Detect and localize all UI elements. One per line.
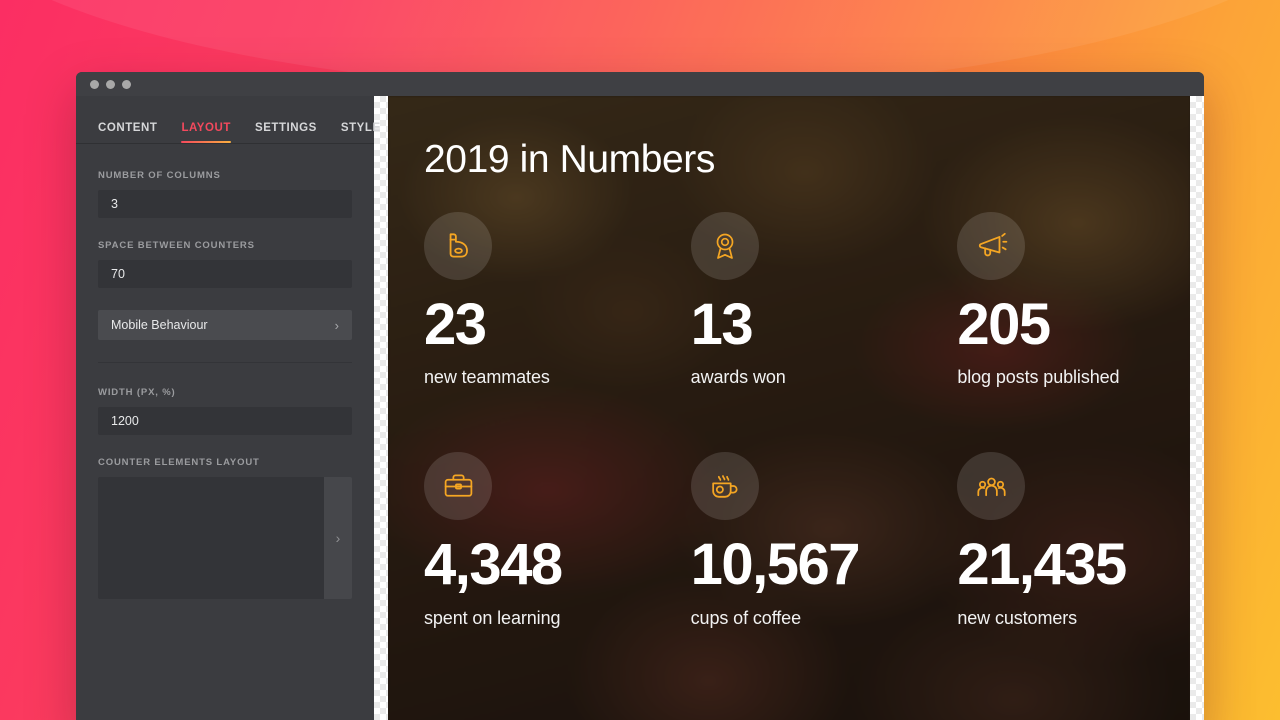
- maximize-icon[interactable]: [122, 79, 131, 89]
- preview-content: 2019 in Numbers 23 new teammates 13 awar…: [388, 96, 1190, 720]
- flexed-biceps-icon: [424, 212, 492, 280]
- counter-number: 23: [424, 292, 487, 357]
- counter-title: new customers: [957, 607, 1078, 628]
- counter-elements-layout-label: COUNTER ELEMENTS LAYOUT: [98, 457, 260, 468]
- briefcase-icon: [424, 452, 492, 521]
- browser-window: CONTENT LAYOUT SETTINGS STYLE NUMBER OF …: [76, 72, 1204, 720]
- panel-divider: [98, 362, 352, 363]
- counter-item[interactable]: 23 new teammates: [424, 212, 621, 388]
- width-input[interactable]: 1200: [98, 407, 352, 435]
- counter-item[interactable]: 21,435 new customers: [957, 452, 1154, 628]
- window-titlebar: [76, 72, 1204, 96]
- counter-title: spent on learning: [424, 607, 561, 628]
- counter-elements-layout-selector[interactable]: ›: [98, 477, 352, 599]
- counter-item[interactable]: 4,348 spent on learning: [424, 452, 621, 628]
- counter-number: 4,348: [424, 532, 563, 598]
- width-label: WIDTH (PX, %): [98, 387, 176, 398]
- counter-item[interactable]: 205 blog posts published: [957, 212, 1154, 388]
- chevron-right-icon: ›: [334, 317, 339, 333]
- counter-number: 10,567: [690, 532, 861, 598]
- award-medal-icon: [690, 212, 759, 280]
- counter-title: blog posts published: [957, 367, 1120, 388]
- tab-settings[interactable]: SETTINGS: [255, 122, 317, 143]
- chevron-right-icon[interactable]: ›: [324, 477, 352, 599]
- counter-number: 205: [957, 292, 1051, 357]
- settings-sidebar: CONTENT LAYOUT SETTINGS STYLE NUMBER OF …: [76, 96, 380, 720]
- field-space-between-counters: SPACE BETWEEN COUNTERS 70: [98, 240, 352, 288]
- canvas-area: 2019 in Numbers 23 new teammates 13 awar…: [374, 96, 1204, 720]
- layout-panel: NUMBER OF COLUMNS 3 SPACE BETWEEN COUNTE…: [76, 144, 374, 599]
- close-icon[interactable]: [90, 79, 99, 89]
- mobile-behaviour-button[interactable]: Mobile Behaviour ›: [98, 310, 352, 340]
- number-of-columns-input[interactable]: 3: [98, 190, 352, 218]
- mobile-behaviour-label: Mobile Behaviour: [111, 318, 208, 332]
- megaphone-icon: [957, 212, 1026, 280]
- field-width: WIDTH (PX, %) 1200: [98, 387, 352, 435]
- counter-elements-layout-preview: [98, 477, 324, 599]
- counter-grid: 23 new teammates 13 awards won 205 blog …: [424, 212, 1154, 629]
- sidebar-tabbar: CONTENT LAYOUT SETTINGS STYLE: [76, 96, 380, 144]
- counter-title: new teammates: [424, 367, 550, 388]
- counter-number: 21,435: [957, 532, 1127, 598]
- tab-style[interactable]: STYLE: [341, 122, 381, 143]
- field-counter-elements-layout: COUNTER ELEMENTS LAYOUT ›: [98, 457, 352, 599]
- people-group-icon: [957, 452, 1026, 521]
- space-between-counters-input[interactable]: 70: [98, 260, 352, 288]
- desktop-background: CONTENT LAYOUT SETTINGS STYLE NUMBER OF …: [0, 0, 1280, 720]
- window-body: CONTENT LAYOUT SETTINGS STYLE NUMBER OF …: [76, 96, 1204, 720]
- live-preview-canvas: 2019 in Numbers 23 new teammates 13 awar…: [388, 96, 1190, 720]
- tab-layout[interactable]: LAYOUT: [181, 122, 231, 143]
- counter-title: cups of coffee: [690, 607, 802, 628]
- tab-content[interactable]: CONTENT: [98, 122, 157, 143]
- counter-item[interactable]: 13 awards won: [690, 212, 888, 388]
- page-title: 2019 in Numbers: [424, 138, 715, 181]
- number-of-columns-label: NUMBER OF COLUMNS: [98, 170, 221, 181]
- counter-number: 13: [690, 292, 754, 357]
- counter-item[interactable]: 10,567 cups of coffee: [690, 452, 888, 628]
- coffee-cup-icon: [690, 452, 759, 521]
- field-number-of-columns: NUMBER OF COLUMNS 3: [98, 170, 352, 218]
- counter-title: awards won: [690, 367, 786, 388]
- space-between-counters-label: SPACE BETWEEN COUNTERS: [98, 240, 255, 251]
- minimize-icon[interactable]: [106, 79, 115, 89]
